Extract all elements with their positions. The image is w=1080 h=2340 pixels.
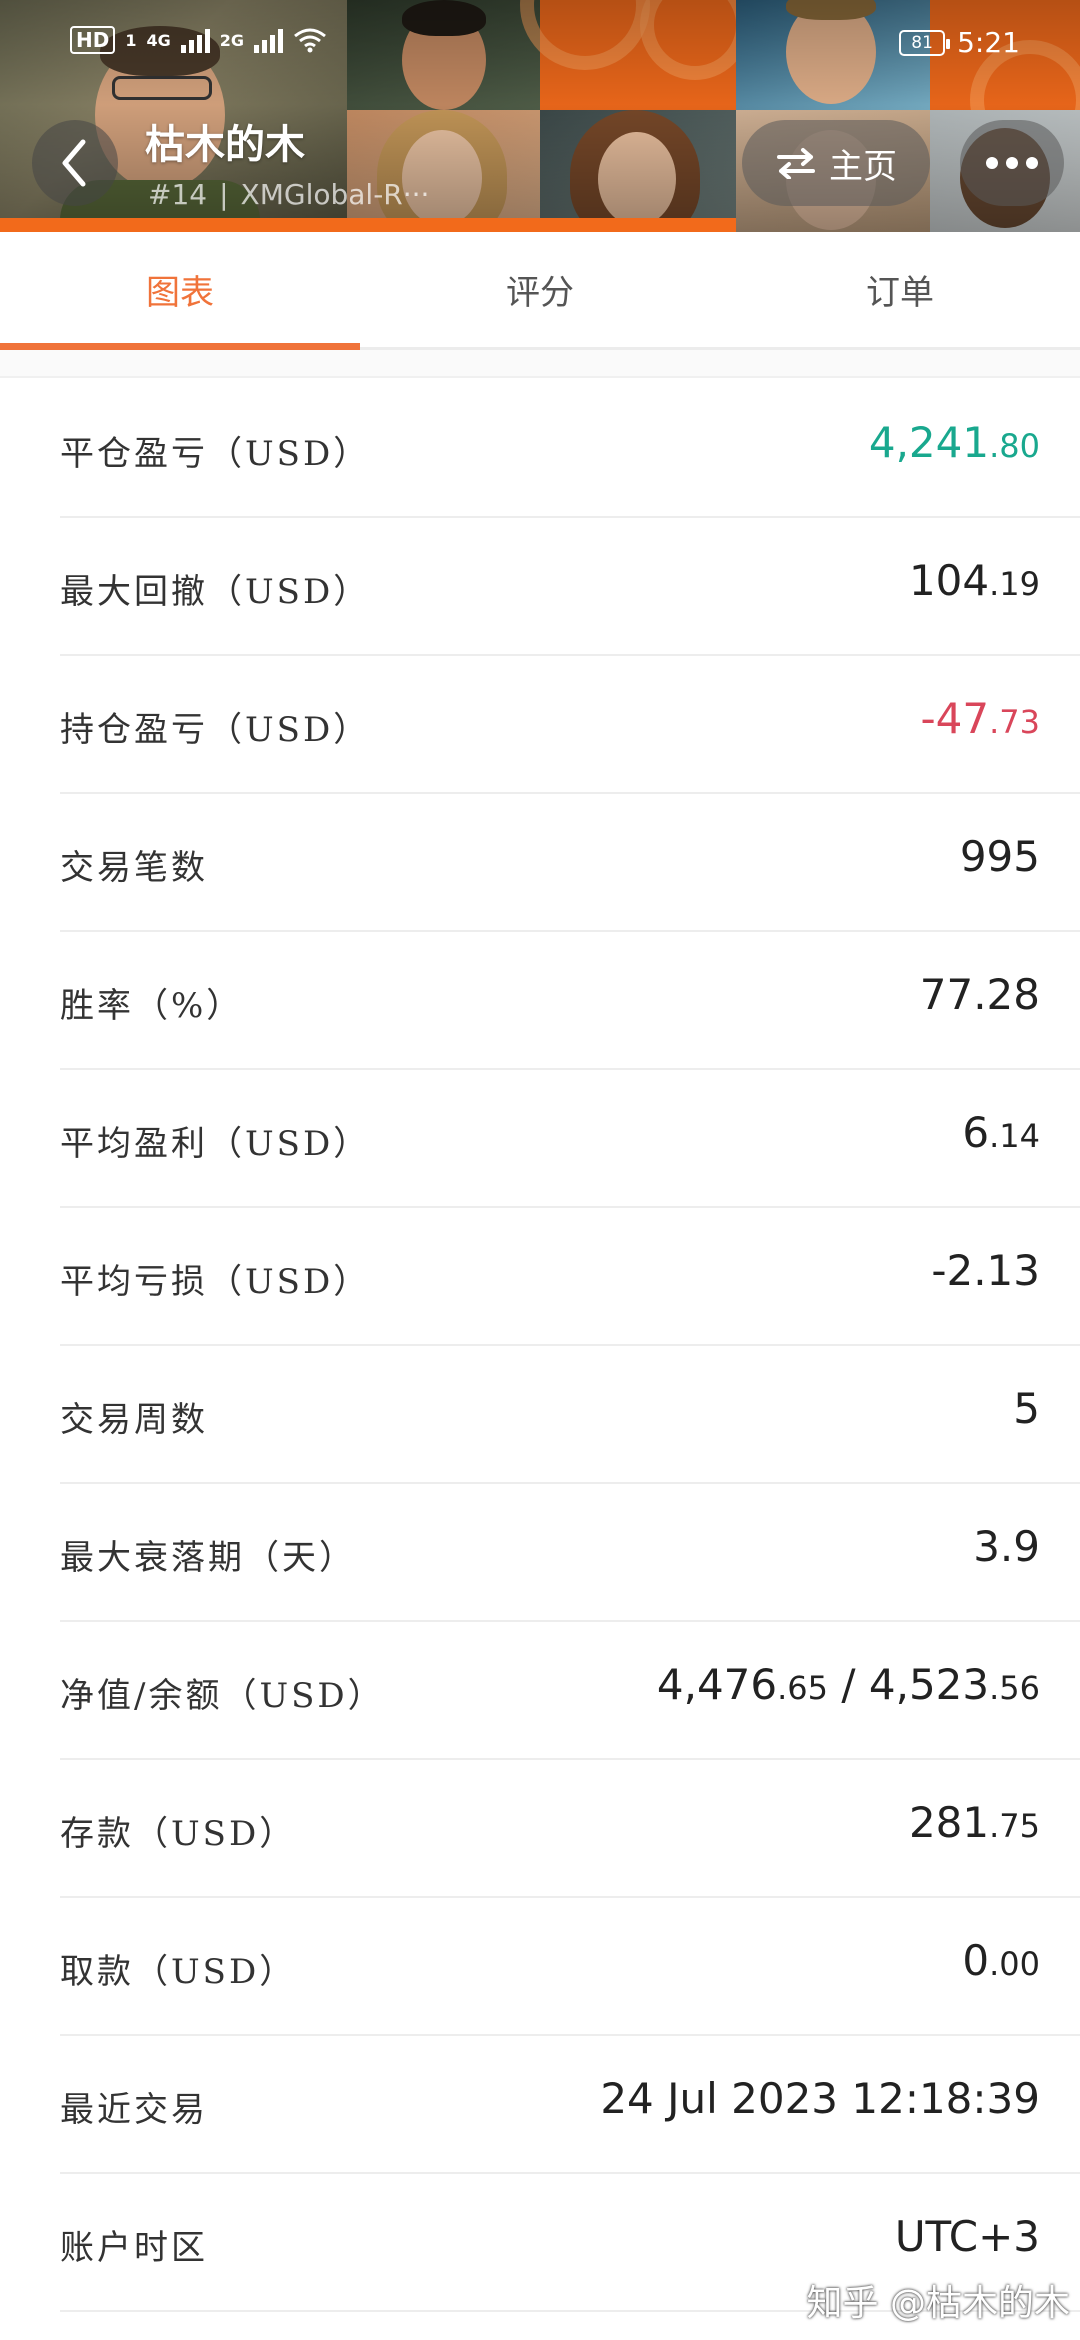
home-button[interactable]: 主页	[742, 120, 930, 206]
tab-chart[interactable]: 图表	[0, 232, 360, 350]
stat-label: 交易笔数	[60, 848, 208, 888]
stat-row-max-decline-period: 最大衰落期（天） 3.9	[60, 1484, 1080, 1622]
status-bar: HD 1 4G 2G 81 5:21	[0, 18, 1080, 74]
stat-value: 6.14	[962, 1108, 1040, 1157]
stat-value: -2.13	[931, 1246, 1040, 1295]
more-options-button[interactable]	[960, 120, 1064, 206]
stat-value: UTC+3	[894, 2212, 1040, 2261]
stat-row-equity-balance: 净值/余额（USD） 4,476.65 / 4,523.56	[60, 1622, 1080, 1760]
signal-icon	[254, 27, 284, 53]
stat-value: 281.75	[908, 1798, 1040, 1847]
stat-value: 4,476.65 / 4,523.56	[656, 1660, 1040, 1709]
accent-bar	[0, 218, 736, 232]
stat-label: 交易周数	[60, 1400, 208, 1440]
stat-label: 账户时区	[60, 2228, 208, 2268]
sim-indicator: 1	[125, 30, 137, 50]
stat-value: 0.00	[962, 1936, 1040, 1985]
battery-icon: 81	[899, 29, 951, 56]
stat-row-avg-profit: 平均盈利（USD） 6.14	[60, 1070, 1080, 1208]
stat-value: 77.28	[919, 970, 1040, 1019]
user-subtitle: #14 | XMGlobal-R···	[148, 178, 430, 211]
network-type: 4G	[146, 30, 171, 50]
stat-value: 5	[1013, 1384, 1040, 1433]
stat-value: -47.73	[920, 694, 1041, 743]
stat-label: 胜率（%）	[60, 986, 244, 1026]
tab-orders[interactable]: 订单	[720, 232, 1080, 347]
stat-row-win-rate: 胜率（%） 77.28	[60, 932, 1080, 1070]
stat-label: 最大回撤（USD）	[60, 572, 371, 612]
signal-icon	[180, 27, 210, 53]
stat-label: 存款（USD）	[60, 1814, 297, 1854]
stat-row-closed-pnl: 平仓盈亏（USD） 4,241.80	[60, 380, 1080, 518]
stat-label: 平仓盈亏（USD）	[60, 434, 371, 474]
stat-label: 平均盈利（USD）	[60, 1124, 371, 1164]
stat-label: 平均亏损（USD）	[60, 1262, 371, 1302]
stat-row-avg-loss: 平均亏损（USD） -2.13	[60, 1208, 1080, 1346]
stat-label: 最大衰落期（天）	[60, 1538, 356, 1578]
broker-name: XMGlobal-R···	[240, 178, 430, 211]
back-button[interactable]	[32, 120, 118, 206]
section-divider	[0, 350, 1080, 378]
stat-row-open-pnl: 持仓盈亏（USD） -47.73	[60, 656, 1080, 794]
stat-value: 24 Jul 2023 12:18:39	[600, 2074, 1040, 2123]
hd-indicator: HD	[70, 26, 116, 54]
stats-list: 平仓盈亏（USD） 4,241.80 最大回撤（USD） 104.19 持仓盈亏…	[0, 380, 1080, 2312]
home-button-label: 主页	[829, 146, 897, 187]
stat-label: 净值/余额（USD）	[60, 1676, 385, 1716]
tab-bar: 图表 评分 订单	[0, 232, 1080, 350]
stat-value: 3.9	[973, 1522, 1040, 1571]
wifi-icon	[294, 28, 326, 53]
chevron-left-icon	[62, 139, 86, 187]
more-dots-icon	[986, 157, 998, 169]
clock: 5:21	[957, 26, 1020, 59]
stat-label: 持仓盈亏（USD）	[60, 710, 371, 750]
swap-icon	[777, 148, 815, 179]
rank-badge: #14	[148, 178, 208, 211]
stat-row-max-drawdown: 最大回撤（USD） 104.19	[60, 518, 1080, 656]
stat-row-deposits: 存款（USD） 281.75	[60, 1760, 1080, 1898]
stat-row-withdrawals: 取款（USD） 0.00	[60, 1898, 1080, 2036]
stat-row-last-trade: 最近交易 24 Jul 2023 12:18:39	[60, 2036, 1080, 2174]
stat-label: 取款（USD）	[60, 1952, 297, 1992]
stat-row-trading-weeks: 交易周数 5	[60, 1346, 1080, 1484]
watermark: 知乎 @枯木的木	[806, 2283, 1070, 2324]
stat-value: 4,241.80	[868, 418, 1040, 467]
stat-label: 最近交易	[60, 2090, 208, 2130]
stat-value: 995	[959, 832, 1040, 881]
tab-rating[interactable]: 评分	[360, 232, 720, 347]
stat-row-trade-count: 交易笔数 995	[60, 794, 1080, 932]
profile-header: HD 1 4G 2G 81 5:21 枯木的木 #14 | XMGlobal-R··…	[0, 0, 1080, 232]
user-name: 枯木的木	[145, 121, 305, 168]
stat-value: 104.19	[908, 556, 1040, 605]
network-type-2: 2G	[219, 30, 245, 50]
